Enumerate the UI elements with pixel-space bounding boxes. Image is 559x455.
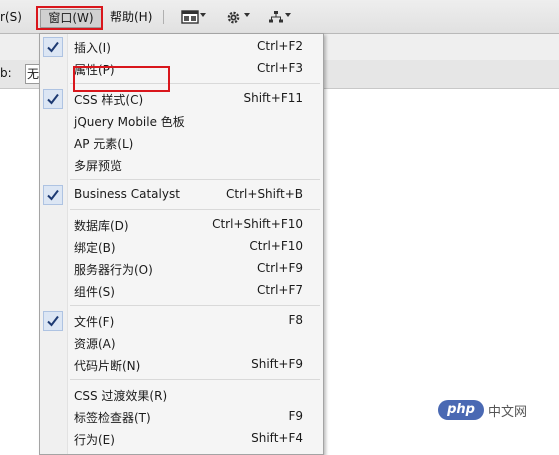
menu-item-label: Business Catalyst <box>74 187 180 201</box>
menu-item-label: CSS 样式(C) <box>74 93 144 107</box>
menu-item[interactable]: Business Catalyst Ctrl+Shift+B <box>40 184 323 206</box>
php-logo: php <box>438 400 484 420</box>
menu-separator <box>70 379 320 380</box>
menu-item[interactable]: 文件(F) F8 <box>40 310 323 332</box>
menu-item-shortcut: Ctrl+F2 <box>257 39 303 53</box>
menu-item-shortcut: Ctrl+F3 <box>257 61 303 75</box>
checkmark-icon <box>43 185 63 205</box>
menu-item[interactable]: 插入(I) Ctrl+F2 <box>40 36 323 58</box>
sitemap-icon[interactable] <box>269 10 283 24</box>
menu-item-site[interactable]: r(S) <box>0 9 22 25</box>
window-menu-highlight <box>36 6 103 30</box>
menu-item[interactable]: CSS 过渡效果(R) <box>40 384 323 406</box>
layout-icon[interactable] <box>181 10 199 24</box>
menu-item-shortcut: Shift+F11 <box>243 91 303 105</box>
menu-item[interactable]: 行为(E) Shift+F4 <box>40 428 323 450</box>
menu-item-label: 多屏预览 <box>74 159 123 173</box>
checkmark-icon <box>43 37 63 57</box>
menu-item[interactable]: 组件(S) Ctrl+F7 <box>40 280 323 302</box>
menu-separator <box>70 209 320 210</box>
menu-item[interactable]: AP 元素(L) <box>40 132 323 154</box>
menu-item[interactable]: 标签检查器(T) F9 <box>40 406 323 428</box>
menu-item-label: 行为(E) <box>74 433 115 447</box>
window-menu: 插入(I) Ctrl+F2 属性(P) Ctrl+F3 CSS 样式(C) Shift+F… <box>39 33 324 455</box>
menu-item-label: AP 元素(L) <box>74 137 134 151</box>
menu-item-label: 资源(A) <box>74 337 116 351</box>
menu-item[interactable]: 服务器行为(O) Ctrl+F9 <box>40 258 323 280</box>
menu-separator <box>70 179 320 180</box>
chevron-down-icon[interactable] <box>244 13 250 17</box>
menu-item-shortcut: Ctrl+F9 <box>257 261 303 275</box>
checkmark-icon <box>43 311 63 331</box>
menubar-separator <box>163 10 164 24</box>
menu-item-shortcut: Ctrl+Shift+F10 <box>212 217 303 231</box>
menu-item[interactable]: 绑定(B) Ctrl+F10 <box>40 236 323 258</box>
menu-item-shortcut: Ctrl+F7 <box>257 283 303 297</box>
menu-separator <box>70 305 320 306</box>
menu-item-label: 组件(S) <box>74 285 115 299</box>
menu-item-shortcut: F8 <box>288 313 303 327</box>
menu-item-shortcut: Shift+F4 <box>251 431 303 445</box>
menu-item-label: jQuery Mobile 色板 <box>74 115 185 129</box>
menu-item-label: 插入(I) <box>74 41 111 55</box>
menu-item[interactable]: 资源(A) <box>40 332 323 354</box>
menu-item-label: 标签检查器(T) <box>74 411 151 425</box>
menu-item-shortcut: Ctrl+Shift+B <box>226 187 303 201</box>
menu-item-shortcut: F9 <box>288 409 303 423</box>
menu-item[interactable]: 代码片断(N) Shift+F9 <box>40 354 323 376</box>
checkmark-icon <box>43 89 63 109</box>
menu-item-label: 文件(F) <box>74 315 115 329</box>
properties-label: b: <box>0 66 12 80</box>
menu-item-label: 数据库(D) <box>74 219 129 233</box>
gear-icon[interactable] <box>226 10 241 24</box>
menu-item-label: 代码片断(N) <box>74 359 141 373</box>
watermark-text: 中文网 <box>488 405 528 420</box>
menu-item-label: 绑定(B) <box>74 241 116 255</box>
menu-item-label: CSS 过渡效果(R) <box>74 389 168 403</box>
chevron-down-icon[interactable] <box>200 13 206 17</box>
menu-item-shortcut: Ctrl+F10 <box>249 239 303 253</box>
menu-item-help[interactable]: 帮助(H) <box>110 9 152 25</box>
menu-item-shortcut: Shift+F9 <box>251 357 303 371</box>
chevron-down-icon[interactable] <box>285 13 291 17</box>
menu-item[interactable]: jQuery Mobile 色板 <box>40 110 323 132</box>
menu-item[interactable]: 多屏预览 <box>40 154 323 176</box>
menu-item-label: 服务器行为(O) <box>74 263 153 277</box>
insert-item-highlight <box>73 66 170 92</box>
menu-item[interactable]: 数据库(D) Ctrl+Shift+F10 <box>40 214 323 236</box>
